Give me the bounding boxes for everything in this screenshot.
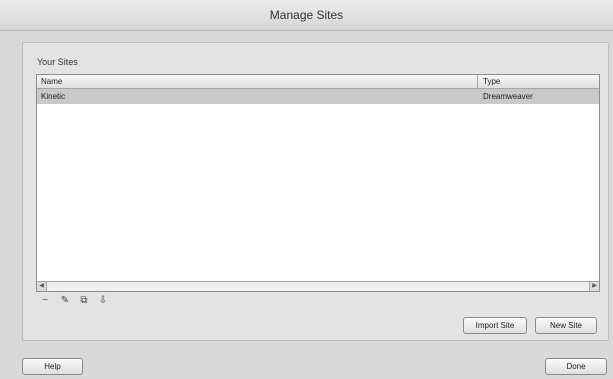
export-icon[interactable]: ⇩ xyxy=(96,294,110,308)
column-header-type[interactable]: Type xyxy=(483,77,500,86)
list-header: Name Type xyxy=(37,75,599,89)
remove-icon[interactable]: − xyxy=(38,294,52,308)
import-site-button[interactable]: Import Site xyxy=(463,317,527,334)
site-type: Dreamweaver xyxy=(483,92,533,101)
window-title: Manage Sites xyxy=(269,8,344,22)
title-bar: Manage Sites xyxy=(0,0,613,31)
done-button[interactable]: Done xyxy=(545,358,607,375)
scroll-left-icon[interactable]: ◀ xyxy=(37,282,47,291)
horizontal-scrollbar[interactable]: ◀ ▶ xyxy=(37,281,599,291)
sites-list[interactable]: Name Type Kinetic Dreamweaver ◀ ▶ xyxy=(36,74,600,292)
new-site-button[interactable]: New Site xyxy=(535,317,597,334)
column-header-name[interactable]: Name xyxy=(41,77,62,86)
your-sites-panel: Your Sites Name Type Kinetic Dreamweaver… xyxy=(22,42,609,341)
help-button[interactable]: Help xyxy=(22,358,83,375)
site-row[interactable]: Kinetic Dreamweaver xyxy=(37,89,599,104)
duplicate-icon[interactable]: ⧉ xyxy=(77,294,91,308)
edit-icon[interactable]: ✎ xyxy=(58,294,72,308)
site-name: Kinetic xyxy=(41,92,66,101)
panel-label: Your Sites xyxy=(37,57,78,67)
scroll-right-icon[interactable]: ▶ xyxy=(589,282,599,291)
column-divider[interactable] xyxy=(477,75,478,88)
